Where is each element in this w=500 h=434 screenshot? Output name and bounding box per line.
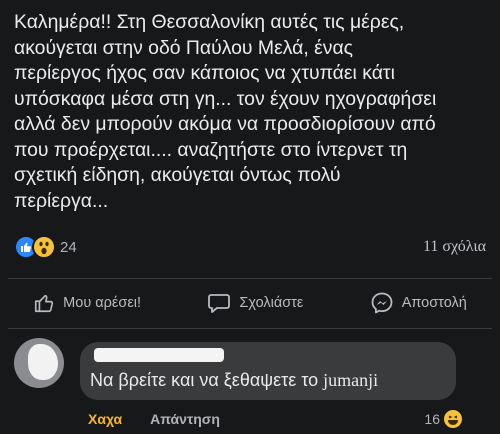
comment-text-main: Να βρείτε και να ξεθαψετε το <box>90 370 324 390</box>
reply-button[interactable]: Απάντηση <box>150 411 220 427</box>
post-line: ακούγεται στην οδό Παύλου Μελά, ένας <box>14 36 354 59</box>
post-line: περίεργος ήχος σαν κάποιος να χτυπάει κά… <box>14 62 395 84</box>
haha-icon <box>444 410 462 428</box>
send-button[interactable]: Αποστολή <box>370 291 467 315</box>
post-line: αλλά δεν μπορούν ακόμα να προσδιορίσουν … <box>14 113 436 135</box>
divider <box>8 328 492 329</box>
avatar[interactable] <box>14 338 64 388</box>
comment-label: Σχολιάστε <box>239 295 304 311</box>
comment-reaction-button[interactable]: Χαχα <box>88 411 122 427</box>
divider <box>8 278 492 279</box>
send-label: Αποστολή <box>401 295 467 311</box>
post-stats: 24 11 σχόλια <box>14 234 486 260</box>
post-line: περίεργα... <box>14 189 109 212</box>
speech-bubble-icon <box>208 294 231 313</box>
comment-button[interactable]: Σχολιάστε <box>207 292 303 314</box>
avatar-redaction <box>28 344 58 380</box>
comment-reaction-count: 16 <box>424 411 440 427</box>
post-body: Καλημέρα!! Στη Θεσσαλονίκη αυτές τις μέρ… <box>14 10 492 214</box>
like-button[interactable]: Μου αρέσει! <box>33 292 141 314</box>
comments-count[interactable]: 11 σχόλια <box>423 238 486 256</box>
post-line: σχετική είδηση, ακούγεται όντως πολύ <box>14 164 341 186</box>
comment-text-end: jumanji <box>323 370 379 390</box>
post-line: Καλημέρα!! Στη Θεσσαλονίκη αυτές τις μέρ… <box>14 11 405 33</box>
author-name-redacted <box>94 348 224 362</box>
post-line: που προέρχεται.... αναζητήστε στο ίντερν… <box>14 138 408 161</box>
post-line: υπόσκαφα μέσα στη γη... τον έχουν ηχογρα… <box>14 87 437 110</box>
wow-icon <box>32 235 56 259</box>
post-actions: Μου αρέσει! Σχολιάστε Αποστολή <box>0 286 500 320</box>
reaction-summary[interactable]: 24 <box>14 235 77 259</box>
comment-bubble: Να βρείτε και να ξεθαψετε το jumanji <box>80 342 456 400</box>
comment-text: Να βρείτε και να ξεθαψετε το jumanji <box>90 370 378 391</box>
thumbs-up-icon <box>35 294 54 313</box>
comment-reaction-summary[interactable]: 16 <box>424 410 462 428</box>
like-label: Μου αρέσει! <box>63 295 142 311</box>
reaction-count: 24 <box>60 238 77 256</box>
messenger-icon <box>371 292 393 314</box>
comment-meta: Χαχα Απάντηση 16 <box>82 410 462 428</box>
